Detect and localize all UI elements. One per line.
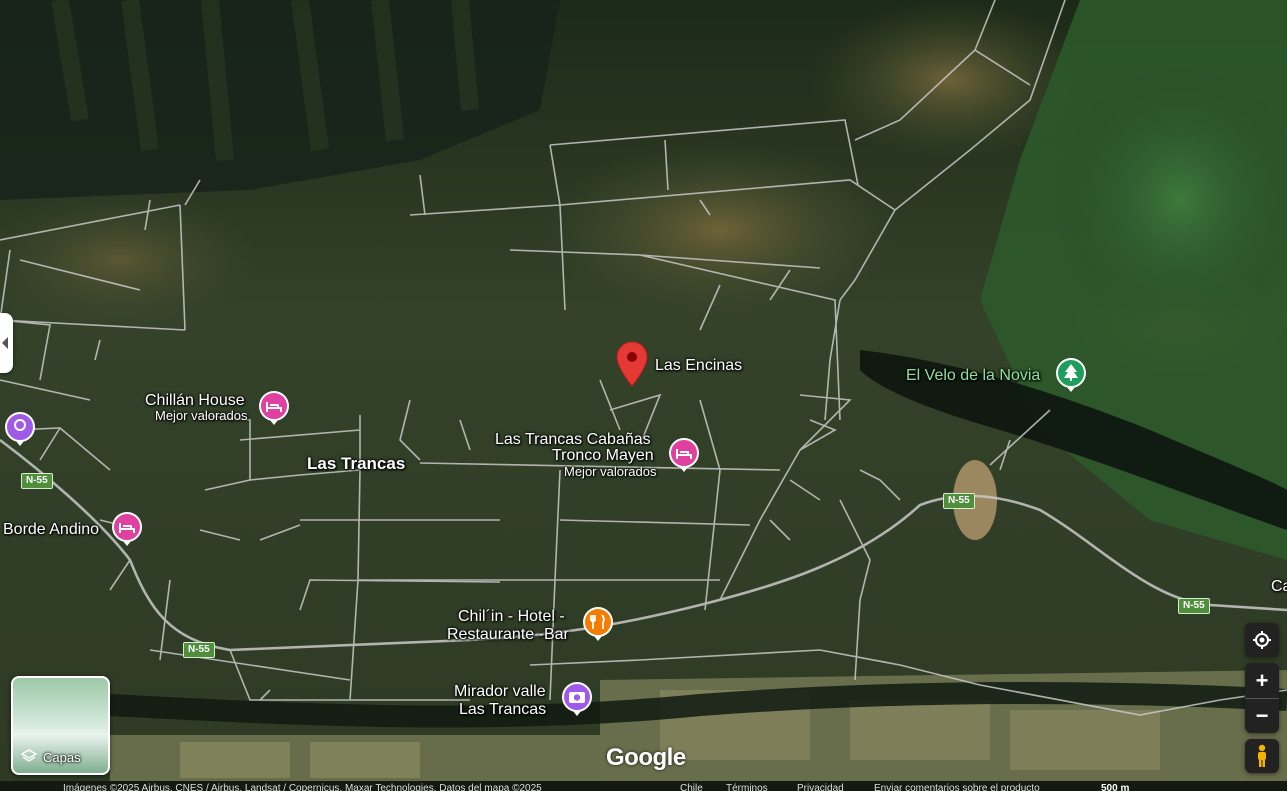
- hotel-icon[interactable]: [111, 511, 143, 547]
- pegman-button[interactable]: [1245, 739, 1279, 773]
- red-pin-icon[interactable]: [615, 340, 649, 388]
- mirador-name-line1[interactable]: Mirador valle: [454, 684, 546, 700]
- velo-novia-name[interactable]: El Velo de la Novia: [906, 368, 1040, 384]
- collapse-panel-tab[interactable]: [0, 313, 13, 373]
- zoom-in-button[interactable]: +: [1245, 664, 1279, 699]
- layers-icon: [21, 749, 37, 762]
- zoom-controls: + −: [1245, 663, 1279, 733]
- chilin-name-line1[interactable]: Chil´in - Hotel -: [458, 609, 565, 625]
- feedback-link[interactable]: Enviar comentarios sobre el producto: [874, 781, 1040, 791]
- layers-label: Capas: [43, 749, 81, 765]
- chillan-house-subtitle: Mejor valorados: [155, 408, 248, 423]
- mirador-name-line2[interactable]: Las Trancas: [459, 702, 546, 718]
- camera-icon[interactable]: [561, 681, 593, 717]
- terms-link[interactable]: Términos: [726, 781, 768, 791]
- chilin-name-line2[interactable]: Restaurante -Bar: [447, 627, 569, 643]
- route-shield: N-55: [943, 493, 975, 509]
- park-tree-icon[interactable]: [1055, 357, 1087, 393]
- field-plot: [180, 742, 290, 778]
- photo-spot-icon[interactable]: [4, 411, 36, 447]
- privacy-link[interactable]: Privacidad: [797, 781, 844, 791]
- borde-andino-name[interactable]: Borde Andino: [3, 522, 99, 538]
- footer-bar: Imágenes ©2025 Airbus, CNES / Airbus, La…: [0, 781, 1287, 791]
- chillan-house-name[interactable]: Chillán House: [145, 393, 245, 409]
- layers-label-group: Capas: [21, 749, 81, 765]
- edge-place-name[interactable]: Ca: [1271, 579, 1287, 595]
- pegman-icon: [1258, 744, 1266, 767]
- cabanas-subtitle: Mejor valorados: [564, 464, 657, 479]
- country-link[interactable]: Chile: [680, 781, 703, 791]
- my-location-icon: [1253, 631, 1271, 649]
- route-shield: N-55: [1178, 598, 1210, 614]
- cabanas-name-line1[interactable]: Las Trancas Cabañas: [495, 432, 651, 448]
- zoom-out-button[interactable]: −: [1245, 699, 1279, 733]
- hotel-icon[interactable]: [668, 437, 700, 473]
- google-logo: Google: [606, 744, 686, 771]
- chevron-left-icon: [2, 337, 8, 349]
- hotel-icon[interactable]: [258, 390, 290, 426]
- cabanas-name-line2[interactable]: Tronco Mayen: [552, 448, 654, 464]
- field-plot: [310, 742, 420, 778]
- route-shield: N-55: [21, 473, 53, 489]
- field-plot: [850, 700, 990, 760]
- scale-label[interactable]: 500 m: [1101, 781, 1129, 791]
- my-location-button[interactable]: [1245, 623, 1279, 657]
- layers-button[interactable]: Capas: [11, 676, 110, 775]
- selected-place-name[interactable]: Las Encinas: [655, 358, 742, 374]
- route-shield: N-55: [183, 642, 215, 658]
- restaurant-icon[interactable]: [582, 606, 614, 642]
- field-plot: [1010, 710, 1160, 770]
- attribution-text: Imágenes ©2025 Airbus, CNES / Airbus, La…: [63, 783, 542, 791]
- town-label[interactable]: Las Trancas: [307, 455, 405, 472]
